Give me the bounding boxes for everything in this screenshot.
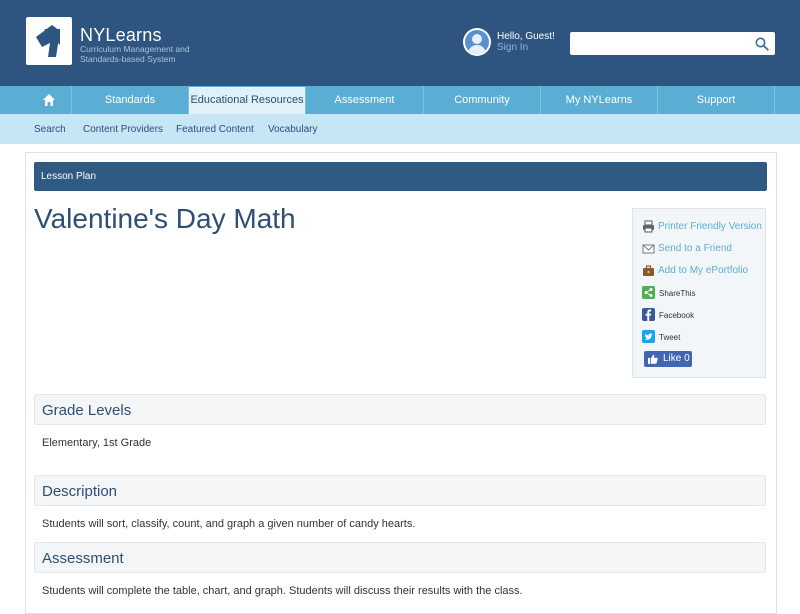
subnav-featured-content[interactable]: Featured Content bbox=[176, 124, 254, 135]
nav-assessment[interactable]: Assessment bbox=[306, 86, 424, 114]
nav-educational-resources[interactable]: Educational Resources bbox=[189, 87, 306, 114]
assessment-title: Assessment bbox=[42, 550, 124, 567]
description-text: Students will sort, classify, count, and… bbox=[42, 518, 416, 530]
printer-friendly-link[interactable]: Printer Friendly Version bbox=[658, 221, 762, 232]
nav-support[interactable]: Support bbox=[658, 86, 775, 114]
nav-standards[interactable]: Standards bbox=[72, 86, 189, 114]
sub-nav: Search Content Providers Featured Conten… bbox=[0, 114, 800, 144]
like-count-label: Like 0 bbox=[663, 353, 690, 364]
subnav-content-providers[interactable]: Content Providers bbox=[83, 124, 163, 135]
add-to-eportfolio-link[interactable]: Add to My ePortfolio bbox=[658, 265, 748, 276]
primary-nav: Standards Educational Resources Assessme… bbox=[0, 86, 800, 114]
briefcase-icon bbox=[643, 265, 654, 276]
sign-in-link[interactable]: Sign In bbox=[497, 42, 528, 53]
subnav-vocabulary[interactable]: Vocabulary bbox=[268, 124, 317, 135]
home-icon bbox=[43, 94, 55, 106]
brand-name[interactable]: NYLearns bbox=[80, 25, 162, 46]
facebook-icon bbox=[642, 308, 655, 321]
printer-icon bbox=[643, 220, 654, 233]
subnav-search[interactable]: Search bbox=[34, 124, 66, 135]
sharethis-button[interactable]: ShareThis bbox=[659, 289, 695, 298]
tweet-button[interactable]: Tweet bbox=[659, 333, 680, 342]
facebook-button[interactable]: Facebook bbox=[659, 311, 694, 320]
twitter-icon bbox=[642, 330, 655, 343]
grade-levels-text: Elementary, 1st Grade bbox=[42, 437, 152, 449]
resource-type-bar bbox=[34, 162, 767, 191]
search-icon[interactable] bbox=[755, 37, 769, 51]
nav-my-nylearns[interactable]: My NYLearns bbox=[541, 86, 658, 114]
resource-type-label: Lesson Plan bbox=[41, 171, 97, 182]
grade-levels-title: Grade Levels bbox=[42, 402, 132, 419]
page-title: Valentine's Day Math bbox=[34, 203, 296, 234]
site-search-input[interactable] bbox=[570, 32, 775, 55]
sharethis-icon bbox=[642, 286, 655, 299]
grade-levels-header bbox=[34, 394, 766, 425]
facebook-like-button[interactable]: Like 0 bbox=[644, 351, 692, 367]
description-header bbox=[34, 475, 766, 506]
nav-community[interactable]: Community bbox=[424, 86, 541, 114]
send-to-friend-link[interactable]: Send to a Friend bbox=[658, 243, 732, 254]
description-title: Description bbox=[42, 483, 118, 500]
thumbs-up-icon bbox=[648, 354, 658, 364]
assessment-text: Students will complete the table, chart,… bbox=[42, 585, 523, 597]
nav-home[interactable] bbox=[0, 86, 72, 114]
brand-tagline: Curriculum Management and Standards-base… bbox=[80, 44, 190, 64]
envelope-icon bbox=[642, 244, 655, 254]
site-header: NYLearns Curriculum Management and Stand… bbox=[0, 0, 800, 86]
assessment-header bbox=[34, 542, 766, 573]
nylearns-logo-icon[interactable] bbox=[26, 17, 72, 65]
greeting-text: Hello, Guest! bbox=[497, 31, 555, 42]
guest-avatar-icon bbox=[463, 28, 491, 56]
